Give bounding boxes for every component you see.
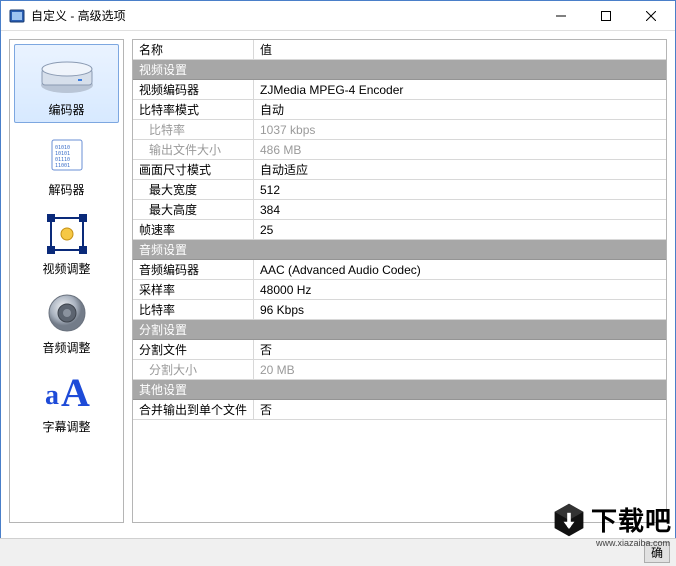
sidebar-item-video-adjust[interactable]: 视频调整 [14, 204, 119, 281]
property-name: 比特率模式 [133, 101, 253, 118]
svg-text:A: A [61, 370, 90, 414]
property-row[interactable]: 帧速率25 [133, 220, 666, 240]
property-name: 输出文件大小 [133, 141, 253, 158]
property-value: 486 MB [253, 140, 666, 159]
property-value: 20 MB [253, 360, 666, 379]
subtitle-adjust-icon: a A [16, 368, 117, 416]
encoder-icon [17, 51, 116, 99]
property-row[interactable]: 音频编码器AAC (Advanced Audio Codec) [133, 260, 666, 280]
property-row: 比特率1037 kbps [133, 120, 666, 140]
property-row[interactable]: 采样率48000 Hz [133, 280, 666, 300]
property-name: 画面尺寸模式 [133, 161, 253, 178]
property-row[interactable]: 视频编码器ZJMedia MPEG-4 Encoder [133, 80, 666, 100]
property-value[interactable]: 否 [253, 400, 666, 419]
ok-button[interactable]: 确 [644, 542, 670, 563]
window-title: 自定义 - 高级选项 [31, 7, 538, 24]
section-header: 视频设置 [133, 60, 666, 80]
sidebar-item-label: 解码器 [16, 181, 117, 198]
section-header: 其他设置 [133, 380, 666, 400]
property-value[interactable]: 512 [253, 180, 666, 199]
sidebar-item-subtitle-adjust[interactable]: a A 字幕调整 [14, 362, 119, 439]
content-area: 编码器 01010 10101 01110 11001 解码器 [1, 31, 675, 531]
property-name: 分割文件 [133, 341, 253, 358]
property-row[interactable]: 比特率模式自动 [133, 100, 666, 120]
sidebar-item-label: 字幕调整 [16, 418, 117, 435]
property-row: 分割大小20 MB [133, 360, 666, 380]
video-adjust-icon [16, 210, 117, 258]
property-row: 输出文件大小486 MB [133, 140, 666, 160]
property-value[interactable]: 384 [253, 200, 666, 219]
svg-text:a: a [45, 380, 59, 411]
property-value[interactable]: 96 Kbps [253, 300, 666, 319]
sidebar-item-label: 编码器 [17, 101, 116, 118]
property-row[interactable]: 比特率96 Kbps [133, 300, 666, 320]
property-name: 比特率 [133, 121, 253, 138]
property-name: 最大高度 [133, 201, 253, 218]
property-value[interactable]: 自动适应 [253, 160, 666, 179]
property-row[interactable]: 合并输出到单个文件否 [133, 400, 666, 420]
header-value: 值 [253, 40, 666, 59]
property-name: 采样率 [133, 281, 253, 298]
property-name: 视频编码器 [133, 81, 253, 98]
sidebar-item-decoder[interactable]: 01010 10101 01110 11001 解码器 [14, 125, 119, 202]
audio-adjust-icon [16, 289, 117, 337]
property-value[interactable]: AAC (Advanced Audio Codec) [253, 260, 666, 279]
property-row[interactable]: 最大宽度512 [133, 180, 666, 200]
property-value[interactable]: 25 [253, 220, 666, 239]
maximize-button[interactable] [583, 2, 628, 30]
sidebar-item-label: 音频调整 [16, 339, 117, 356]
property-name: 合并输出到单个文件 [133, 401, 253, 418]
property-value[interactable]: ZJMedia MPEG-4 Encoder [253, 80, 666, 99]
property-value[interactable]: 48000 Hz [253, 280, 666, 299]
sidebar-item-encoder[interactable]: 编码器 [14, 44, 119, 123]
minimize-button[interactable] [538, 2, 583, 30]
titlebar: 自定义 - 高级选项 [1, 1, 675, 31]
grid-header: 名称 值 [133, 40, 666, 60]
sidebar-item-label: 视频调整 [16, 260, 117, 277]
app-icon [9, 8, 25, 24]
section-header: 音频设置 [133, 240, 666, 260]
sidebar: 编码器 01010 10101 01110 11001 解码器 [9, 39, 124, 523]
section-header: 分割设置 [133, 320, 666, 340]
property-grid: 名称 值 视频设置视频编码器ZJMedia MPEG-4 Encoder比特率模… [132, 39, 667, 523]
property-name: 分割大小 [133, 361, 253, 378]
bottom-bar: 确 [0, 538, 676, 566]
sidebar-item-audio-adjust[interactable]: 音频调整 [14, 283, 119, 360]
property-row[interactable]: 分割文件否 [133, 340, 666, 360]
property-row[interactable]: 画面尺寸模式自动适应 [133, 160, 666, 180]
header-name: 名称 [133, 41, 253, 58]
close-button[interactable] [628, 2, 673, 30]
property-name: 最大宽度 [133, 181, 253, 198]
property-name: 音频编码器 [133, 261, 253, 278]
property-name: 比特率 [133, 301, 253, 318]
svg-text:11001: 11001 [55, 163, 70, 169]
decoder-icon: 01010 10101 01110 11001 [16, 131, 117, 179]
property-value[interactable]: 自动 [253, 100, 666, 119]
property-value[interactable]: 否 [253, 340, 666, 359]
property-value: 1037 kbps [253, 120, 666, 139]
property-name: 帧速率 [133, 221, 253, 238]
property-row[interactable]: 最大高度384 [133, 200, 666, 220]
